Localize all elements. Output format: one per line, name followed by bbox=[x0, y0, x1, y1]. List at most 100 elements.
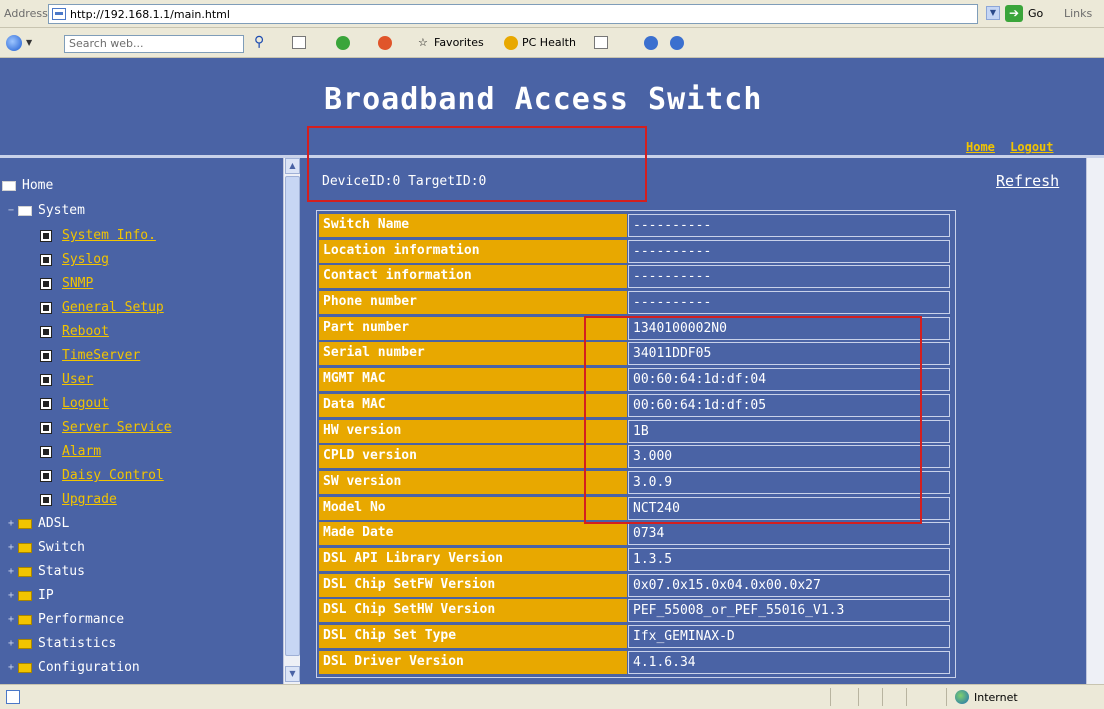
sidebar-item-daisy-control[interactable]: Daisy Control bbox=[40, 468, 164, 483]
tree-statistics[interactable]: + Statistics bbox=[8, 636, 116, 651]
page-icon bbox=[40, 397, 52, 410]
sidebar-item-alarm[interactable]: Alarm bbox=[40, 444, 101, 459]
table-row: MGMT MAC 00:60:64:1d:df:04 bbox=[319, 367, 953, 393]
sidebar-item-reboot[interactable]: Reboot bbox=[40, 324, 109, 339]
page-icon bbox=[40, 277, 52, 290]
web-page: Broadband Access Switch Home Logout Home… bbox=[0, 58, 1104, 684]
page-icon bbox=[40, 469, 52, 482]
table-row: Part number 1340100002N0 bbox=[319, 316, 953, 342]
url-text[interactable]: http://192.168.1.1/main.html bbox=[70, 8, 230, 21]
go-arrow-icon[interactable]: ➔ bbox=[1005, 5, 1023, 22]
sidebar-item-snmp[interactable]: SNMP bbox=[40, 276, 93, 291]
field-value: 1340100002N0 bbox=[628, 316, 950, 340]
tree-performance[interactable]: + Performance bbox=[8, 612, 124, 627]
internet-zone-icon bbox=[955, 690, 969, 704]
field-value: ---------- bbox=[628, 291, 950, 315]
search-input[interactable]: Search web... bbox=[64, 35, 244, 53]
search-icon[interactable]: ⚲ bbox=[254, 34, 264, 50]
url-field[interactable]: http://192.168.1.1/main.html bbox=[48, 4, 978, 24]
table-row: Data MAC 00:60:64:1d:df:05 bbox=[319, 393, 953, 419]
sidebar-item-timeserver[interactable]: TimeServer bbox=[40, 348, 140, 363]
sidebar-item-server-service[interactable]: Server Service bbox=[40, 420, 172, 435]
expand-icon[interactable]: + bbox=[8, 638, 16, 649]
links-button[interactable]: Links bbox=[1064, 7, 1092, 20]
field-value: 4.1.6.34 bbox=[628, 650, 950, 674]
address-label: Address bbox=[4, 7, 48, 20]
field-value: 0734 bbox=[628, 522, 950, 546]
field-label: HW version bbox=[319, 419, 627, 443]
tree-home[interactable]: Home bbox=[2, 178, 53, 193]
tree-configuration[interactable]: + Configuration bbox=[8, 660, 140, 675]
top-nav: Home Logout bbox=[966, 140, 1062, 154]
expand-icon[interactable]: + bbox=[8, 662, 16, 673]
sidebar-item-syslog[interactable]: Syslog bbox=[40, 252, 109, 267]
sidebar-item-logout[interactable]: Logout bbox=[40, 396, 109, 411]
info-icon[interactable] bbox=[670, 36, 684, 50]
field-value: 00:60:64:1d:df:04 bbox=[628, 368, 950, 392]
scroll-up-icon[interactable]: ▲ bbox=[285, 158, 300, 174]
ie-logo-icon[interactable] bbox=[6, 35, 22, 51]
brush-icon[interactable] bbox=[378, 36, 392, 50]
sidebar-scrollbar[interactable]: ▲ ▼ bbox=[283, 158, 300, 684]
table-row: DSL Chip SetHW Version PEF_55008_or_PEF_5… bbox=[319, 598, 953, 624]
tree-system[interactable]: − System bbox=[8, 203, 85, 218]
folder-icon bbox=[18, 638, 32, 649]
page-icon bbox=[40, 373, 52, 386]
table-row: CPLD version 3.000 bbox=[319, 444, 953, 470]
tree-ip[interactable]: + IP bbox=[8, 588, 54, 603]
home-link[interactable]: Home bbox=[966, 140, 995, 154]
refresh-toolbar-icon[interactable] bbox=[336, 36, 350, 50]
page-title: Broadband Access Switch bbox=[324, 82, 763, 117]
refresh-link[interactable]: Refresh bbox=[996, 172, 1059, 190]
sidebar-item-upgrade[interactable]: Upgrade bbox=[40, 492, 117, 507]
sidebar-item-label: Logout bbox=[62, 396, 109, 411]
field-label: Part number bbox=[319, 316, 627, 340]
field-value: 3.000 bbox=[628, 445, 950, 469]
tree-status[interactable]: + Status bbox=[8, 564, 85, 579]
page-icon bbox=[40, 445, 52, 458]
scroll-down-icon[interactable]: ▼ bbox=[285, 666, 300, 682]
pc-health-icon[interactable] bbox=[504, 36, 518, 50]
tree-system-label: System bbox=[38, 203, 85, 218]
sidebar-item-general-setup[interactable]: General Setup bbox=[40, 300, 164, 315]
status-divider bbox=[906, 688, 907, 706]
go-button[interactable]: Go bbox=[1028, 7, 1043, 20]
expand-icon[interactable]: + bbox=[8, 614, 16, 625]
sidebar-item-label: General Setup bbox=[62, 300, 164, 315]
sidebar-item-system-info[interactable]: System Info. bbox=[40, 228, 156, 243]
logout-link[interactable]: Logout bbox=[1010, 140, 1053, 154]
page-icon bbox=[40, 421, 52, 434]
field-label: DSL Chip Set Type bbox=[319, 625, 627, 648]
table-row: Location information ---------- bbox=[319, 239, 953, 265]
page-menu-icon[interactable] bbox=[292, 36, 306, 49]
tree-adsl[interactable]: + ADSL bbox=[8, 516, 69, 531]
expand-icon[interactable]: + bbox=[8, 590, 16, 601]
ie-dropdown-icon[interactable]: ▼ bbox=[26, 38, 32, 47]
sidebar-item-label: Syslog bbox=[62, 252, 109, 267]
tree-switch[interactable]: + Switch bbox=[8, 540, 85, 555]
field-label: Location information bbox=[319, 239, 627, 263]
scroll-thumb[interactable] bbox=[285, 176, 300, 656]
favorites-star-icon[interactable]: ☆ bbox=[418, 36, 428, 49]
table-row: Phone number ---------- bbox=[319, 290, 953, 316]
help-icon[interactable] bbox=[644, 36, 658, 50]
collapse-icon[interactable]: − bbox=[8, 205, 16, 216]
field-label: DSL Driver Version bbox=[319, 650, 627, 674]
table-row: Model No NCT240 bbox=[319, 496, 953, 522]
sidebar-item-user[interactable]: User bbox=[40, 372, 93, 387]
pc-health-button[interactable]: PC Health bbox=[522, 36, 576, 49]
field-label: Model No bbox=[319, 496, 627, 520]
url-dropdown-icon[interactable]: ▼ bbox=[986, 6, 1000, 20]
field-label: Data MAC bbox=[319, 393, 627, 417]
favorites-button[interactable]: Favorites bbox=[434, 36, 484, 49]
window-icon[interactable] bbox=[594, 36, 608, 49]
main-scrollbar[interactable] bbox=[1086, 158, 1104, 684]
field-label: SW version bbox=[319, 470, 627, 494]
field-value: ---------- bbox=[628, 214, 950, 237]
field-label: Contact information bbox=[319, 265, 627, 289]
field-value: Ifx_GEMINAX-D bbox=[628, 625, 950, 648]
expand-icon[interactable]: + bbox=[8, 542, 16, 553]
expand-icon[interactable]: + bbox=[8, 566, 16, 577]
expand-icon[interactable]: + bbox=[8, 518, 16, 529]
field-value: 1.3.5 bbox=[628, 547, 950, 571]
